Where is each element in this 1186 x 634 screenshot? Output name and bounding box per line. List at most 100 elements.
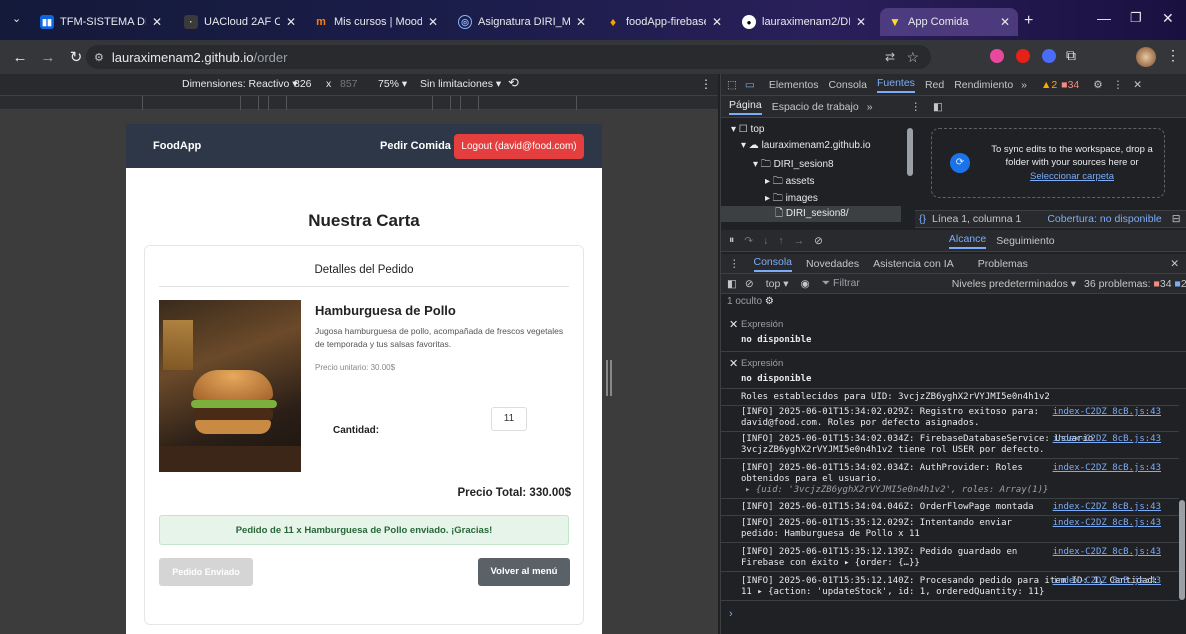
order-sent-button[interactable]: Pedido Enviado [159,558,253,586]
back-arrow-icon[interactable]: ← [6,49,34,66]
tree-item-assets[interactable]: ▸ 🗀 assets [765,174,814,191]
step-into-icon[interactable]: ↓ [763,235,768,247]
tab-network[interactable]: Red [925,79,944,91]
close-icon[interactable]: ✕ [1000,15,1010,29]
log-source-link[interactable]: index-C2DZ_8cB.js:43 [1053,502,1161,513]
log-source-link[interactable]: index-C2DZ_8cB.js:43 [1053,434,1161,445]
tree-scrollbar[interactable] [907,128,913,176]
toggle-sidebar-icon[interactable]: ◧ [933,101,943,113]
tab-performance[interactable]: Rendimiento [954,79,1013,91]
tab-app-comida[interactable]: ▼ App Comida ✕ [880,8,1018,36]
tab-workspace[interactable]: Espacio de trabajo [772,101,859,113]
address-bar[interactable]: ⚙ lauraximenam2.github.io/order ⇄ ☆ [86,45,931,69]
extension-icon[interactable] [1016,49,1030,63]
tab-asignatura[interactable]: ◎ Asignatura DIRI_Me ✕ [450,8,594,36]
throttle-select[interactable]: Sin limitaciones ▾ [420,78,501,90]
close-icon[interactable]: ✕ [152,15,162,29]
console-scrollbar[interactable] [1179,500,1185,600]
close-drawer-icon[interactable]: ✕ [1170,258,1179,270]
pause-icon[interactable]: ⏸ [729,234,734,247]
deactivate-breakpoints-icon[interactable]: ⊘ [814,235,823,247]
workspace-drop-zone[interactable]: ⟳ To sync edits to the workspace, drop a… [931,128,1165,198]
bookmark-star-icon[interactable]: ☆ [906,49,919,66]
log-source-link[interactable]: index-C2DZ_8cB.js:43 [1053,576,1161,587]
minimize-icon[interactable]: — [1097,10,1111,26]
drawer-tab-whatsnew[interactable]: Novedades [806,258,859,270]
brand-logo[interactable]: FoodApp [153,140,201,152]
avatar[interactable] [1136,47,1156,67]
close-devtools-icon[interactable]: ✕ [1133,79,1142,91]
close-icon[interactable]: ✕ [576,15,586,29]
remove-expression-icon[interactable]: ✕ [729,318,738,331]
step-over-icon[interactable]: ↷ [744,235,753,247]
tab-page[interactable]: Página [729,99,762,115]
dimensions-select[interactable]: Dimensiones: Reactivo ▾ [182,78,298,90]
inspect-element-icon[interactable]: ⬚ [727,79,737,91]
expression-label[interactable]: Expresión [741,358,783,369]
close-icon[interactable]: ✕ [286,15,296,29]
more-icon[interactable]: » [867,101,873,113]
tab-elements[interactable]: Elementos [769,79,819,91]
clear-console-icon[interactable]: ⊘ [745,278,754,290]
width-input[interactable]: 826 [294,78,312,90]
live-expression-eye-icon[interactable]: ◉ [801,278,810,290]
forward-arrow-icon[interactable]: → [34,49,62,66]
tree-item-folder[interactable]: ▾ 🗀 DIRI_sesion8 [753,157,834,174]
tab-sources[interactable]: Fuentes [876,77,915,93]
restore-icon[interactable]: ❐ [1130,10,1142,26]
tab-console[interactable]: Consola [828,79,867,91]
context-select[interactable]: top ▾ [766,278,789,290]
tab-firebase[interactable]: ♦ foodApp-firebase - ✕ [598,8,730,36]
menu-kebab-icon[interactable]: ⋮ [1166,47,1180,64]
log-object-toggle[interactable]: ▸ {uid: '3vcjzZB6yghX2rVYJMI5e0n4h1v2', … [741,485,1179,496]
settings-gear-icon[interactable]: ⚙ [1093,79,1102,91]
site-info-icon[interactable]: ⚙ [94,51,104,64]
log-source-link[interactable]: index-C2DZ_8cB.js:43 [1053,547,1161,558]
tab-search-chevron-icon[interactable]: ⌄ [12,12,21,25]
log-source-link[interactable]: index-C2DZ_8cB.js:43 [1053,463,1161,474]
close-window-icon[interactable]: ✕ [1162,10,1174,27]
tab-uacloud[interactable]: · UACloud 2AF Check ✕ [176,8,304,36]
device-toggle-icon[interactable]: ▭ [745,79,755,91]
log-levels-select[interactable]: Niveles predeterminados ▾ [952,278,1076,290]
extension-icon[interactable] [1042,49,1056,63]
tab-trello[interactable]: ▮▮ TFM-SISTEMA DE M ✕ [32,8,170,36]
more-tabs-icon[interactable]: » [1021,79,1027,91]
drawer-menu-icon[interactable]: ⋮ [729,258,740,270]
log-source-link[interactable]: index-C2DZ_8cB.js:43 [1053,518,1161,529]
rotate-icon[interactable]: ⟲ [508,75,519,91]
tree-item-index[interactable]: 🗋 DIRI_sesion8/ [721,206,901,222]
zoom-select[interactable]: 75% ▾ [378,78,407,90]
sidebar-toggle-icon[interactable]: ◧ [727,278,737,290]
tree-item-top[interactable]: ▾ ☐ top [731,124,764,135]
translate-icon[interactable]: ⇄ [885,50,895,64]
step-icon[interactable]: → [794,235,805,247]
expression-label[interactable]: Expresión [741,319,783,330]
tab-watch[interactable]: Seguimiento [996,235,1054,247]
quantity-input[interactable]: 11 [491,407,527,431]
extensions-puzzle-icon[interactable]: ⧉ [1066,47,1076,64]
resize-handle-right[interactable] [606,360,612,396]
log-source-link[interactable]: index-C2DZ_8cB.js:43 [1053,407,1161,418]
tab-scope[interactable]: Alcance [948,233,987,249]
issues-counter[interactable]: 36 problemas: ■34 ■2 [1084,278,1186,290]
extension-icon[interactable] [990,49,1004,63]
nav-link-order[interactable]: Pedir Comida [380,140,451,152]
close-icon[interactable]: ✕ [712,15,722,29]
devtools-menu-icon[interactable]: ⋮ [1113,79,1124,91]
back-to-menu-button[interactable]: Volver al menú [478,558,570,586]
tab-moodle[interactable]: m Mis cursos | Moodle ✕ [306,8,446,36]
more-options-icon[interactable]: ⋮ [700,77,712,91]
console-prompt-icon[interactable]: › [729,608,733,620]
kebab-icon[interactable]: ⋮ [911,101,922,113]
close-icon[interactable]: ✕ [428,15,438,29]
select-folder-link[interactable]: Seleccionar carpeta [986,171,1158,182]
tree-item-origin[interactable]: ▾ ☁ lauraximenam2.github.io [741,140,871,151]
format-icon[interactable]: {} [919,213,926,225]
step-out-icon[interactable]: ↑ [778,235,783,247]
drawer-tab-ai[interactable]: Asistencia con IA [873,258,954,270]
drawer-tab-issues[interactable]: Problemas [978,258,1028,270]
remove-expression-icon[interactable]: ✕ [729,357,738,370]
filter-input[interactable]: ⏷ Filtrar [822,277,902,290]
coverage-icon[interactable]: ⊟ [1172,213,1181,225]
